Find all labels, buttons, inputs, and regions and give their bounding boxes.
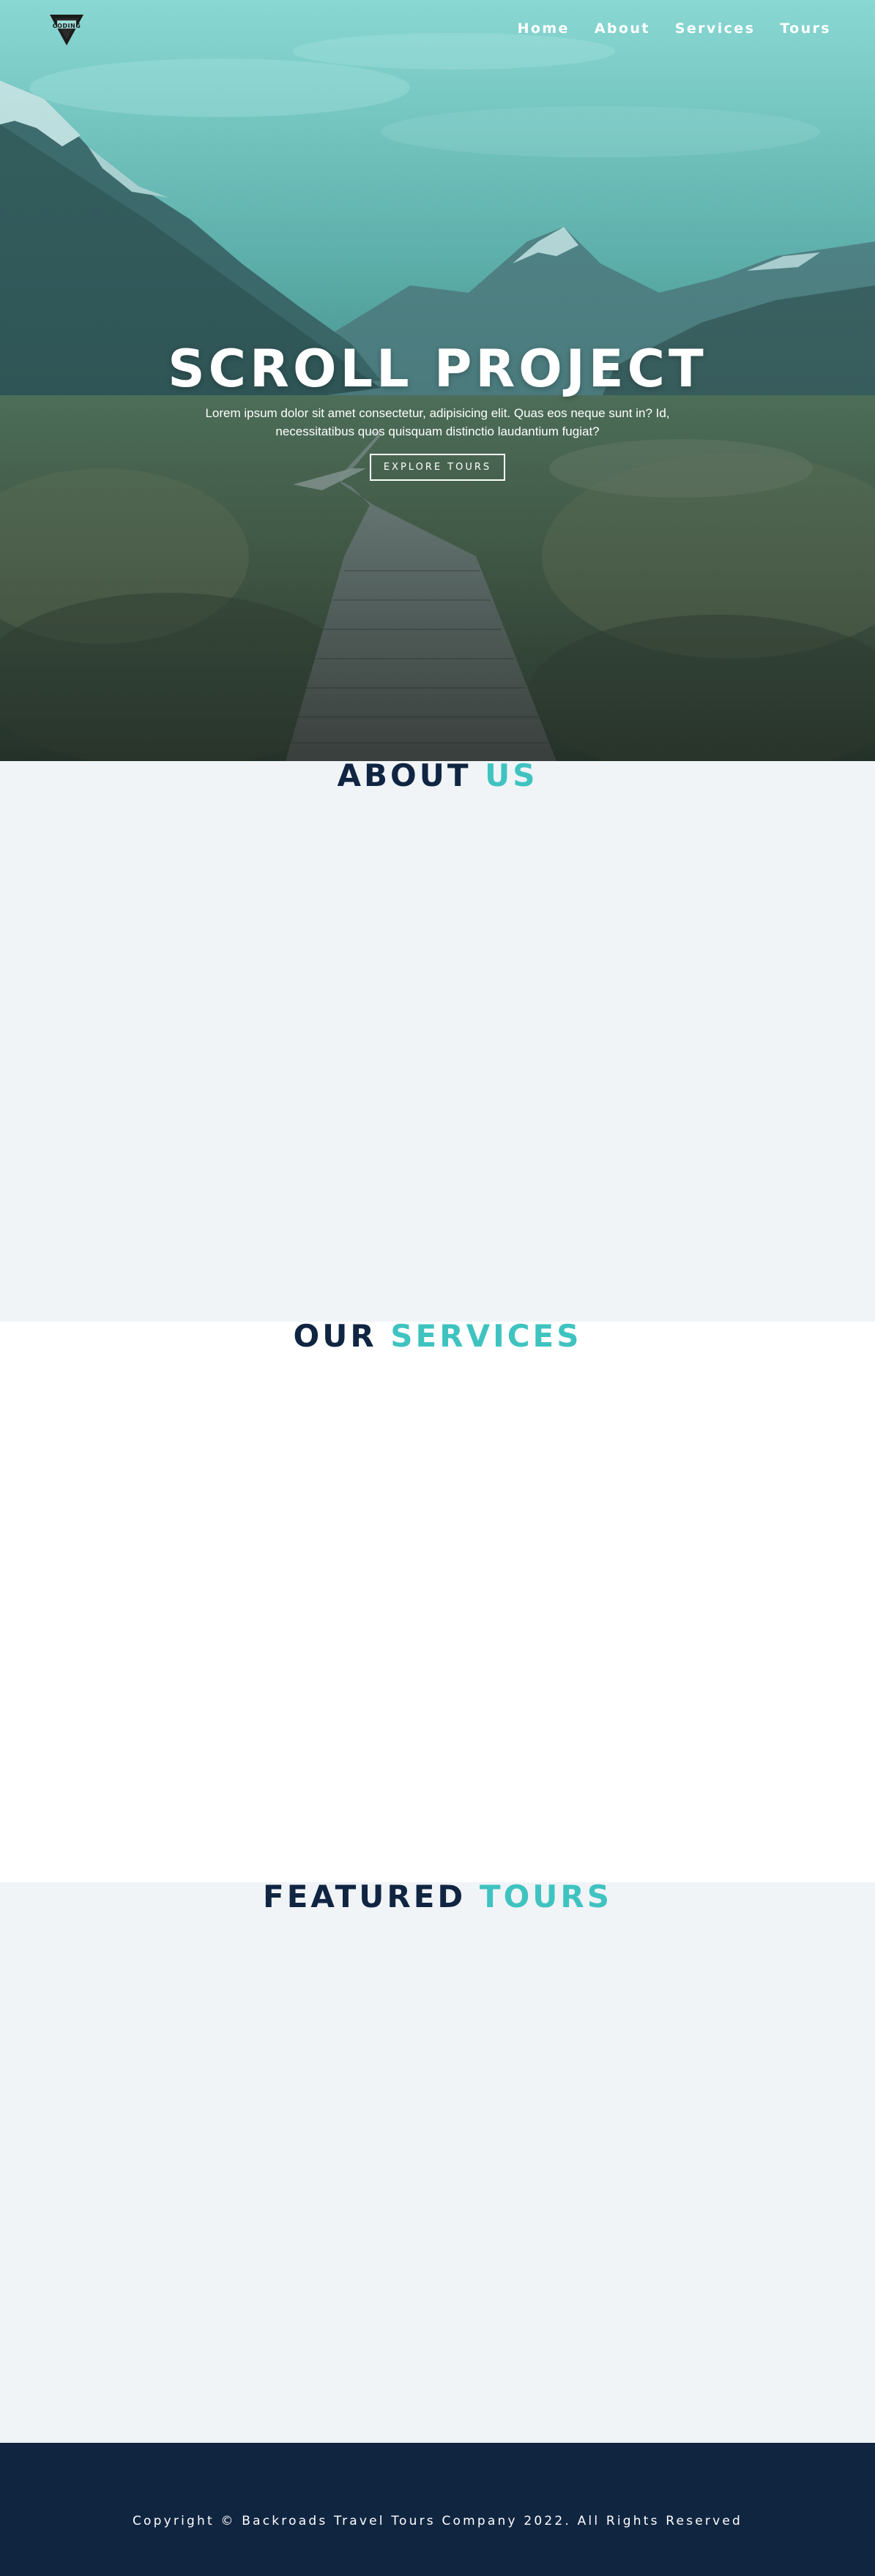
tours-section-title: FEATURED TOURS <box>0 1882 875 1912</box>
services-section-title: OUR SERVICES <box>0 1321 875 1352</box>
tours-section: FEATURED TOURS <box>0 1882 875 2443</box>
services-title-accent: SERVICES <box>390 1318 582 1354</box>
hero-title: SCROLL PROJECT <box>168 339 707 399</box>
about-title-main: ABOUT <box>337 757 472 793</box>
footer-copyright: Copyright © Backroads Travel Tours Compa… <box>132 2514 743 2528</box>
services-section: OUR SERVICES <box>0 1321 875 1882</box>
hero-banner: SCROLL PROJECT Lorem ipsum dolor sit ame… <box>0 338 875 481</box>
tours-title-accent: TOURS <box>479 1879 612 1914</box>
hero-description: Lorem ipsum dolor sit amet consectetur, … <box>205 406 670 438</box>
explore-tours-button[interactable]: EXPLORE TOURS <box>369 454 506 481</box>
brand-logo[interactable]: CODING <box>48 12 85 47</box>
hero-section: CODING Home About Services Tours SCROLL … <box>0 0 875 761</box>
nav-links: Home About Services Tours <box>518 20 831 37</box>
nav-link-tours[interactable]: Tours <box>780 20 831 37</box>
nav-link-about[interactable]: About <box>595 20 650 37</box>
nav-link-services[interactable]: Services <box>675 20 756 37</box>
nav-link-home[interactable]: Home <box>518 20 570 37</box>
page-footer: Copyright © Backroads Travel Tours Compa… <box>0 2443 875 2576</box>
logo-text: CODING <box>52 23 81 29</box>
services-title-main: OUR <box>293 1318 377 1354</box>
coding-logo-triangle-icon <box>50 15 83 45</box>
about-section-title: ABOUT US <box>0 760 875 791</box>
tours-title-main: FEATURED <box>263 1879 466 1914</box>
top-navbar: CODING Home About Services Tours <box>0 0 875 61</box>
about-title-accent: US <box>485 757 538 793</box>
about-section: ABOUT US <box>0 760 875 1322</box>
